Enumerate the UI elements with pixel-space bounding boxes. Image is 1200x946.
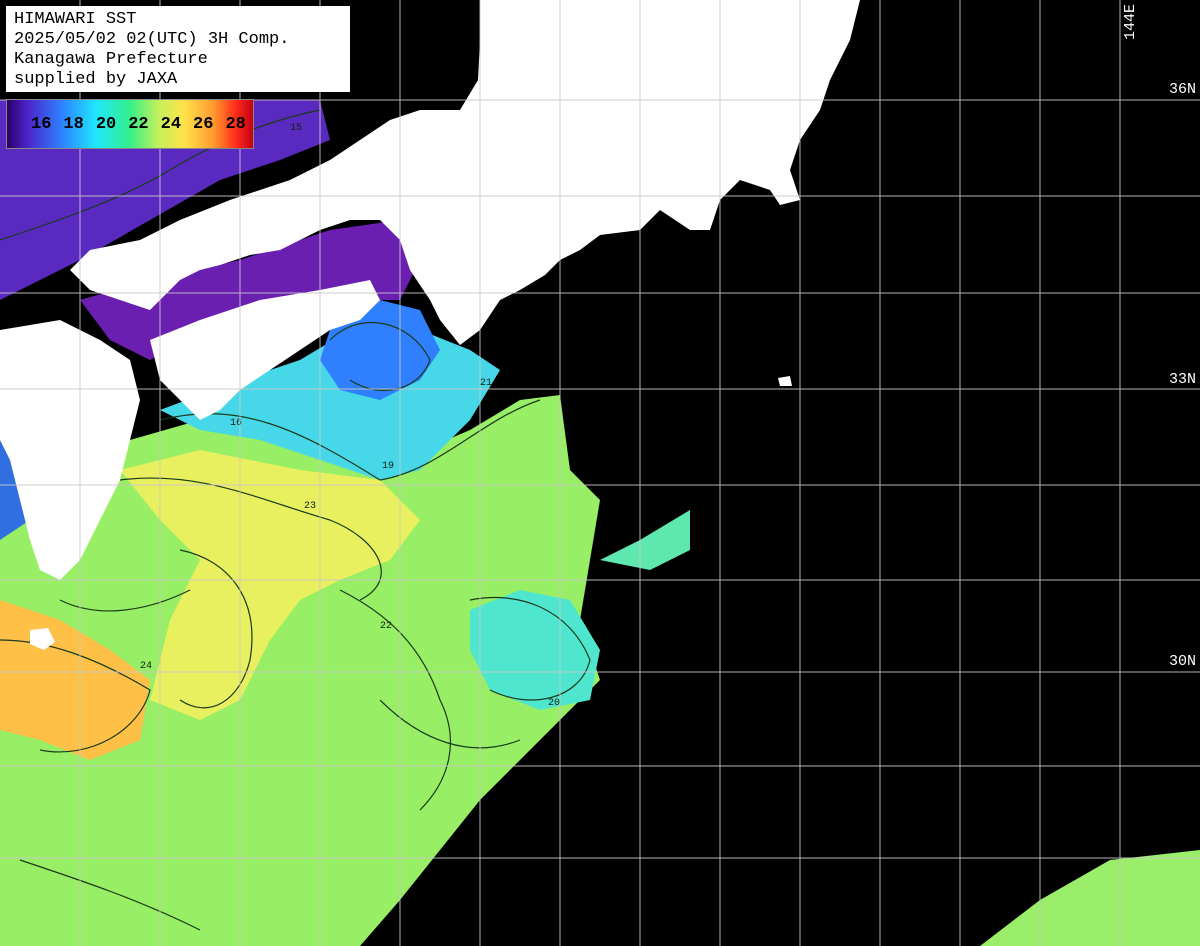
lon-label: 136E [482, 4, 499, 41]
title-line: supplied by JAXA [14, 70, 178, 89]
contour-label: 20 [548, 698, 560, 709]
color-scale-legend: 16 18 20 22 24 26 28 [6, 99, 254, 149]
contour-label: 15 [290, 123, 302, 134]
legend-value: 28 [225, 115, 246, 134]
legend-value: 20 [95, 115, 117, 134]
lon-label: 144E [1122, 4, 1139, 41]
legend-labels: 16 18 20 22 24 26 28 [31, 115, 246, 134]
contour-label: 21 [480, 378, 492, 389]
lat-label: 36N [1168, 81, 1196, 98]
legend-value: 18 [63, 115, 84, 134]
lat-label: 33N [1168, 371, 1196, 388]
title-box: HIMAWARI SST 2025/05/02 02(UTC) 3H Comp.… [6, 6, 350, 92]
contour-label: 19 [382, 461, 394, 472]
contour-label: 24 [140, 661, 152, 672]
title-line: Kanagawa Prefecture [14, 50, 208, 69]
contour-label: 22 [380, 621, 392, 632]
legend-value: 22 [128, 115, 149, 134]
legend-value: 24 [160, 115, 182, 134]
lat-label: 30N [1168, 653, 1196, 670]
title-line: 2025/05/02 02(UTC) 3H Comp. [14, 30, 290, 49]
legend-value: 26 [193, 115, 214, 134]
land-island [640, 95, 648, 100]
legend-value: 16 [31, 115, 52, 134]
title-line: HIMAWARI SST [14, 10, 137, 29]
contour-label: 23 [304, 501, 316, 512]
